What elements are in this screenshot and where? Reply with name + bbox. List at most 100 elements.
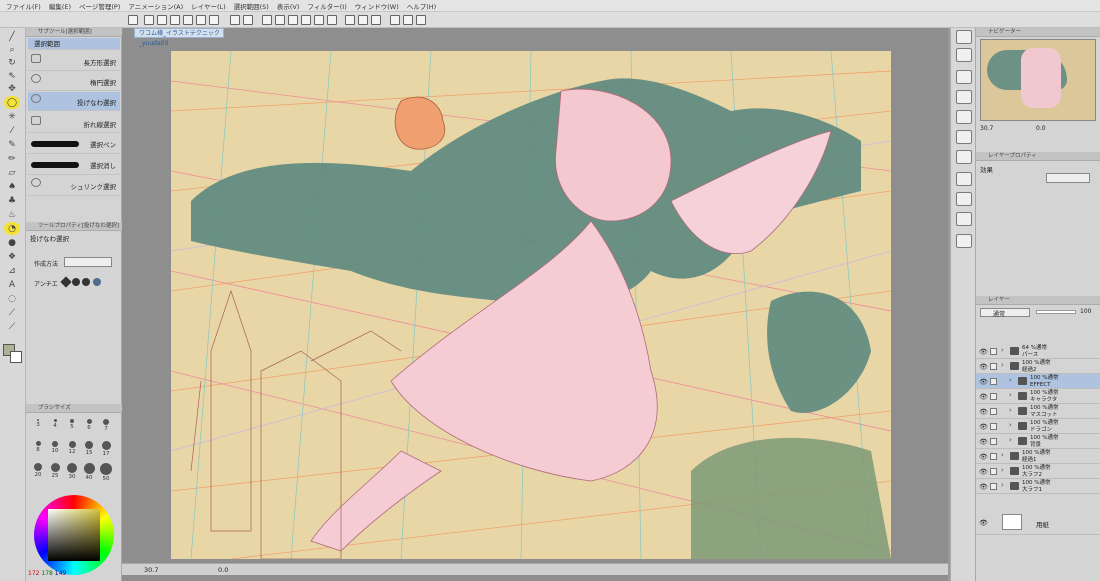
brush-size-cell[interactable]: 5 — [64, 416, 80, 437]
navigator-zoom[interactable]: 30.7 — [980, 125, 993, 132]
app-icon[interactable] — [128, 15, 138, 25]
visibility-eye-icon[interactable]: 👁 — [979, 363, 988, 371]
layer-row[interactable]: 👁 › 100 %通常 大ラフ1 — [976, 479, 1100, 494]
save-icon[interactable] — [170, 15, 180, 25]
layer-row[interactable]: 👁 › 100 %通常 経過1 — [976, 449, 1100, 464]
brush-size-cell[interactable]: 40 — [81, 460, 97, 481]
subtool-shrink-select[interactable]: シュリンク選択 — [28, 176, 120, 196]
visibility-eye-icon[interactable]: 👁 — [979, 438, 988, 446]
layer-row[interactable]: 👁 › 64 %通常 パース — [976, 344, 1100, 359]
zoom-icon[interactable]: ⌕ — [4, 43, 20, 56]
material-4-icon[interactable] — [956, 234, 972, 248]
layer-lock-checkbox[interactable] — [990, 468, 997, 475]
menu-window[interactable]: ウィンドウ(W) — [355, 1, 399, 11]
background-color-swatch[interactable] — [10, 351, 22, 363]
aa-medium-icon[interactable] — [82, 278, 91, 286]
menu-animation[interactable]: アニメーション(A) — [128, 1, 183, 11]
subtool-ellipse-select[interactable]: 楕円選択 — [28, 72, 120, 91]
status-angle[interactable]: 0.0 — [218, 566, 228, 574]
special-ruler-snap-icon[interactable] — [358, 15, 368, 25]
color-wheel[interactable] — [34, 495, 114, 575]
print-icon[interactable] — [183, 15, 193, 25]
opacity-slider[interactable] — [1036, 310, 1076, 314]
undo-icon[interactable] — [230, 15, 240, 25]
brush-size-cell[interactable]: 12 — [64, 438, 80, 459]
paper-eye-icon[interactable]: 👁 — [979, 519, 988, 527]
sub-view-icon[interactable] — [956, 70, 972, 84]
document-tab[interactable]: ワコム様_イラストテクニック_yuuda03 — [134, 28, 224, 47]
blend-mode-select[interactable]: 通常 — [980, 308, 1030, 318]
opacity-value[interactable]: 100 — [1080, 308, 1091, 315]
layer-row[interactable]: 👁 › 100 %通常 背景 — [976, 434, 1100, 449]
layer-row[interactable]: 👁 › 100 %通常 経過2 — [976, 359, 1100, 374]
brush-size-cell[interactable]: 3 — [30, 416, 46, 437]
menu-help[interactable]: ヘルプ(H) — [407, 1, 436, 11]
brush-size-cell[interactable]: 6 — [81, 416, 97, 437]
aa-strong-icon[interactable] — [92, 278, 101, 286]
line-correction-icon[interactable]: ⟋ — [4, 306, 20, 319]
menu-filter[interactable]: フィルター(I) — [307, 1, 346, 11]
material-2-icon[interactable] — [956, 192, 972, 206]
invert-selection-icon[interactable] — [288, 15, 298, 25]
layer-row[interactable]: 👁 › 100 %通常 EFFECT — [976, 374, 1100, 389]
pen-icon[interactable]: ✎ — [4, 138, 20, 151]
menu-layer[interactable]: レイヤー(L) — [191, 1, 226, 11]
menu-file[interactable]: ファイル(F) — [6, 1, 41, 11]
new-file-icon[interactable] — [144, 15, 154, 25]
eraser-icon[interactable]: ▱ — [4, 166, 20, 179]
antialias-selector[interactable] — [60, 276, 112, 288]
paper-layer[interactable]: 👁 用紙 — [976, 511, 1100, 535]
effect-selector[interactable] — [1046, 173, 1090, 183]
brush-size-cell[interactable]: 8 — [30, 438, 46, 459]
text-icon[interactable]: A — [4, 278, 20, 291]
menu-selection[interactable]: 選択範囲(S) — [234, 1, 269, 11]
visibility-eye-icon[interactable]: 👁 — [979, 348, 988, 356]
aa-none-icon[interactable] — [60, 276, 72, 288]
visibility-eye-icon[interactable]: 👁 — [979, 408, 988, 416]
brush-size-cell[interactable]: 25 — [47, 460, 63, 481]
layer-row[interactable]: 👁 › 100 %通常 マスコット — [976, 404, 1100, 419]
pen-tool-icon[interactable]: ╱ — [4, 30, 20, 43]
layer-lock-checkbox[interactable] — [990, 378, 997, 385]
item-bank-icon[interactable] — [956, 110, 972, 124]
expand-chevron-icon[interactable]: › — [1001, 481, 1004, 489]
object-icon[interactable]: ⇖ — [4, 69, 20, 82]
menu-page[interactable]: ページ管理(P) — [79, 1, 120, 11]
fill-icon[interactable] — [327, 15, 337, 25]
material-icon[interactable] — [956, 172, 972, 186]
brush-size-cell[interactable]: 10 — [47, 438, 63, 459]
balloon-icon[interactable]: ◌ — [4, 292, 20, 305]
brush-size-cell[interactable]: 4 — [47, 416, 63, 437]
open-file-icon[interactable] — [157, 15, 167, 25]
layer-lock-checkbox[interactable] — [990, 393, 997, 400]
expand-chevron-icon[interactable]: › — [1009, 406, 1012, 414]
history-icon[interactable] — [956, 90, 972, 104]
ruler-snap-icon[interactable] — [345, 15, 355, 25]
figure-icon[interactable]: ❖ — [4, 250, 20, 263]
subtool-group-header[interactable]: 選択範囲 — [28, 38, 120, 50]
mode-selector[interactable] — [64, 257, 112, 267]
visibility-eye-icon[interactable]: 👁 — [979, 423, 988, 431]
rotate-icon[interactable]: ↻ — [4, 56, 20, 69]
frame-icon[interactable]: ⊿ — [4, 264, 20, 277]
expand-chevron-icon[interactable]: › — [1009, 436, 1012, 444]
blend-icon[interactable]: ♣ — [4, 194, 20, 207]
layer-lock-checkbox[interactable] — [990, 363, 997, 370]
brush-icon[interactable]: ♠ — [4, 180, 20, 193]
lasso-tool-icon[interactable]: ◯ — [4, 96, 20, 109]
material-toggle-icon[interactable] — [956, 48, 972, 62]
gradient-icon[interactable]: ● — [4, 236, 20, 249]
layer-row[interactable]: 👁 › 100 %通常 大ラフ2 — [976, 464, 1100, 479]
select-all-icon[interactable] — [275, 15, 285, 25]
subtool-rect-select[interactable]: 長方形選択 — [28, 52, 120, 71]
fill-tool-icon[interactable]: ◔ — [4, 222, 20, 235]
expand-chevron-icon[interactable]: › — [1001, 451, 1004, 459]
brush-size-cell[interactable]: 20 — [30, 460, 46, 481]
brush-size-cell[interactable]: 50 — [98, 460, 114, 482]
animation-icon[interactable] — [956, 150, 972, 164]
visibility-eye-icon[interactable]: 👁 — [979, 378, 988, 386]
expand-chevron-icon[interactable]: › — [1009, 376, 1012, 384]
transform-icon[interactable] — [301, 15, 311, 25]
ruler-icon[interactable]: ⟋ — [4, 320, 20, 333]
magic-wand-icon[interactable]: ✳ — [4, 110, 20, 123]
